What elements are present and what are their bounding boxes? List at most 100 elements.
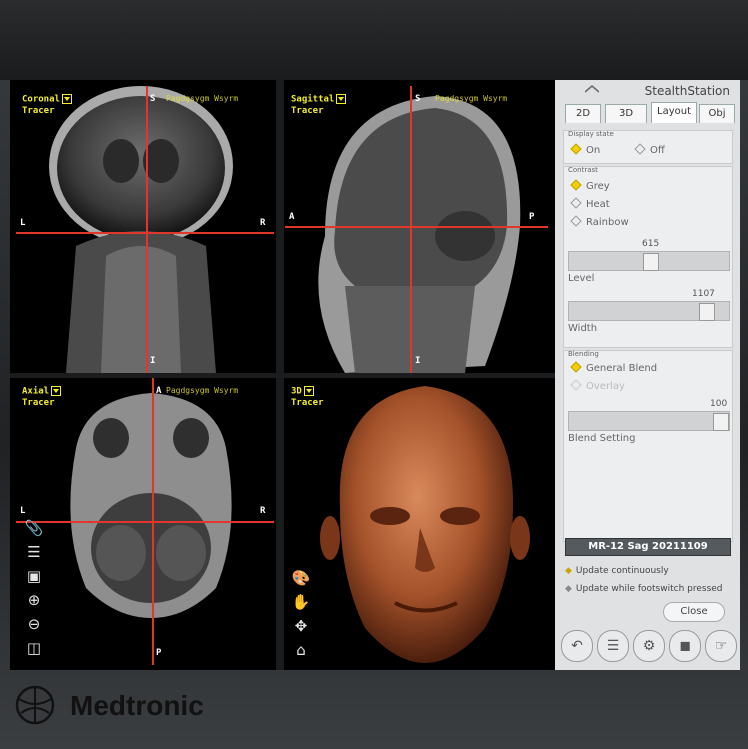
group-title: Contrast (568, 166, 598, 174)
display-off-radio[interactable]: Off (634, 143, 665, 156)
contrast-group: Contrast Grey Heat Rainbow 615 Level 110… (563, 166, 733, 348)
zoom-out-icon[interactable]: ⊖ (24, 614, 44, 634)
tab-bar: 2D 3D Layout Obj (557, 102, 738, 124)
dropdown-icon[interactable] (61, 94, 72, 104)
close-button[interactable]: Close (663, 602, 725, 622)
list-icon[interactable]: ☰ (24, 542, 44, 562)
orientation-left: A (289, 212, 295, 222)
dropdown-icon[interactable] (303, 386, 314, 396)
option-label: Rainbow (586, 217, 629, 228)
medtronic-logo-icon (15, 685, 55, 725)
orientation-left: L (20, 218, 26, 228)
view-name: Axial (22, 386, 50, 397)
tab-3d[interactable]: 3D (605, 104, 647, 123)
general-blend-radio[interactable]: General Blend (570, 361, 658, 374)
option-label: General Blend (586, 363, 658, 374)
overlay-radio[interactable]: Overlay (570, 379, 625, 392)
orientation-right: P (529, 212, 535, 222)
update-continuously-radio[interactable]: ◆ Update continuously (565, 566, 669, 576)
image-series-tab[interactable]: MR-12 Sag 20211109 (565, 538, 731, 556)
patient-name: Pagdgsygm Wsyrm (166, 94, 239, 103)
3d-viewport[interactable]: 3D Tracer 🎨 ✋ ✥ ⌂ (285, 378, 554, 665)
coronal-mri-image (49, 86, 233, 373)
blending-group: Blending General Blend Overlay 100 Blend… (563, 350, 733, 542)
dropdown-icon[interactable] (336, 94, 347, 104)
tab-layout[interactable]: Layout (651, 102, 697, 123)
stealthstation-logo-icon (585, 85, 599, 93)
width-slider-thumb[interactable] (699, 303, 715, 321)
orientation-top: S (150, 94, 156, 104)
hand-icon[interactable]: ✋ (291, 592, 311, 612)
orientation-bottom: I (150, 356, 156, 366)
view-name: Sagittal (291, 94, 335, 105)
axial-viewport[interactable]: Axial Tracer Pagdgsygm Wsyrm A L R P 📎 ☰ … (16, 378, 274, 665)
orientation-left: L (20, 506, 26, 516)
crosshair-horizontal (16, 232, 274, 234)
tab-2d[interactable]: 2D (565, 104, 601, 123)
patient-name: Pagdgsygm Wsyrm (166, 386, 239, 395)
window-icon[interactable]: ◫ (24, 638, 44, 658)
checklist-icon[interactable]: ☰ (597, 630, 629, 662)
level-slider-thumb[interactable] (643, 253, 659, 271)
tab-obj[interactable]: Obj (699, 104, 735, 123)
viewport-label[interactable]: Axial Tracer (22, 386, 62, 409)
display-on-radio[interactable]: On (570, 143, 601, 156)
view-name: 3D (291, 386, 302, 397)
zoom-in-icon[interactable]: ⊕ (24, 590, 44, 610)
viewport-label[interactable]: Coronal Tracer (22, 94, 72, 117)
camera-icon[interactable]: ◼ (669, 630, 701, 662)
orientation-bottom: I (415, 356, 421, 366)
orientation-right: R (260, 506, 266, 516)
coronal-viewport[interactable]: Coronal Tracer Pagdgsygm Wsyrm S L R I (16, 86, 274, 373)
viewport-label[interactable]: 3D Tracer (291, 386, 324, 409)
tool-name: Tracer (291, 397, 324, 408)
blend-setting-label: Blend Setting (568, 433, 636, 444)
back-icon[interactable]: ↶ (561, 630, 593, 662)
control-panel: StealthStation 2D 3D Layout Obj Display … (555, 80, 740, 670)
option-label: On (586, 145, 601, 156)
layers-icon[interactable]: ▣ (24, 566, 44, 586)
dropdown-icon[interactable] (51, 386, 62, 396)
option-label: Grey (586, 181, 610, 192)
view-name: Coronal (22, 94, 60, 105)
move-icon[interactable]: ✥ (291, 616, 311, 636)
3d-tool-column: 🎨 ✋ ✥ ⌂ (291, 568, 313, 664)
level-slider[interactable] (568, 251, 730, 271)
contrast-grey-radio[interactable]: Grey (570, 179, 610, 192)
crosshair-horizontal (16, 521, 274, 523)
tools-icon[interactable]: ⚙ (633, 630, 665, 662)
brand-header: StealthStation (555, 80, 740, 100)
group-title: Display state (568, 130, 614, 138)
group-title: Blending (568, 350, 599, 358)
diamond-icon: ◆ (565, 566, 572, 576)
blend-slider-thumb[interactable] (713, 413, 729, 431)
orientation-top: S (415, 94, 421, 104)
diamond-icon: ◆ (565, 584, 572, 594)
sagittal-mri-image (318, 96, 521, 373)
contrast-rainbow-radio[interactable]: Rainbow (570, 215, 629, 228)
level-label: Level (568, 273, 595, 284)
touch-icon[interactable]: ☞ (705, 630, 737, 662)
viewport-divider-horizontal (10, 373, 555, 378)
crosshair-vertical (410, 86, 412, 373)
level-value: 615 (642, 239, 660, 249)
home-icon[interactable]: ⌂ (291, 640, 311, 660)
viewport-label[interactable]: Sagittal Tracer (291, 94, 347, 117)
width-slider[interactable] (568, 301, 730, 321)
orientation-bottom: P (156, 648, 162, 658)
paperclip-icon[interactable]: 📎 (24, 518, 44, 538)
contrast-heat-radio[interactable]: Heat (570, 197, 610, 210)
medtronic-logo: Medtronic (70, 690, 204, 721)
tool-name: Tracer (22, 397, 55, 408)
crosshair-vertical (152, 378, 154, 665)
display-state-group: Display state On Off (563, 130, 733, 164)
blend-setting-value: 100 (710, 399, 728, 409)
blend-setting-slider[interactable] (568, 411, 730, 431)
palette-icon[interactable]: 🎨 (291, 568, 311, 588)
sagittal-viewport[interactable]: Sagittal Tracer Pagdgsygm Wsyrm S A P I (285, 86, 548, 373)
orientation-right: R (260, 218, 266, 228)
tool-icon-column: 📎 ☰ ▣ ⊕ ⊖ ◫ (24, 518, 46, 662)
update-footswitch-radio[interactable]: ◆ Update while footswitch pressed (565, 584, 723, 594)
width-value: 1107 (692, 289, 715, 299)
3d-head-render (320, 386, 530, 663)
